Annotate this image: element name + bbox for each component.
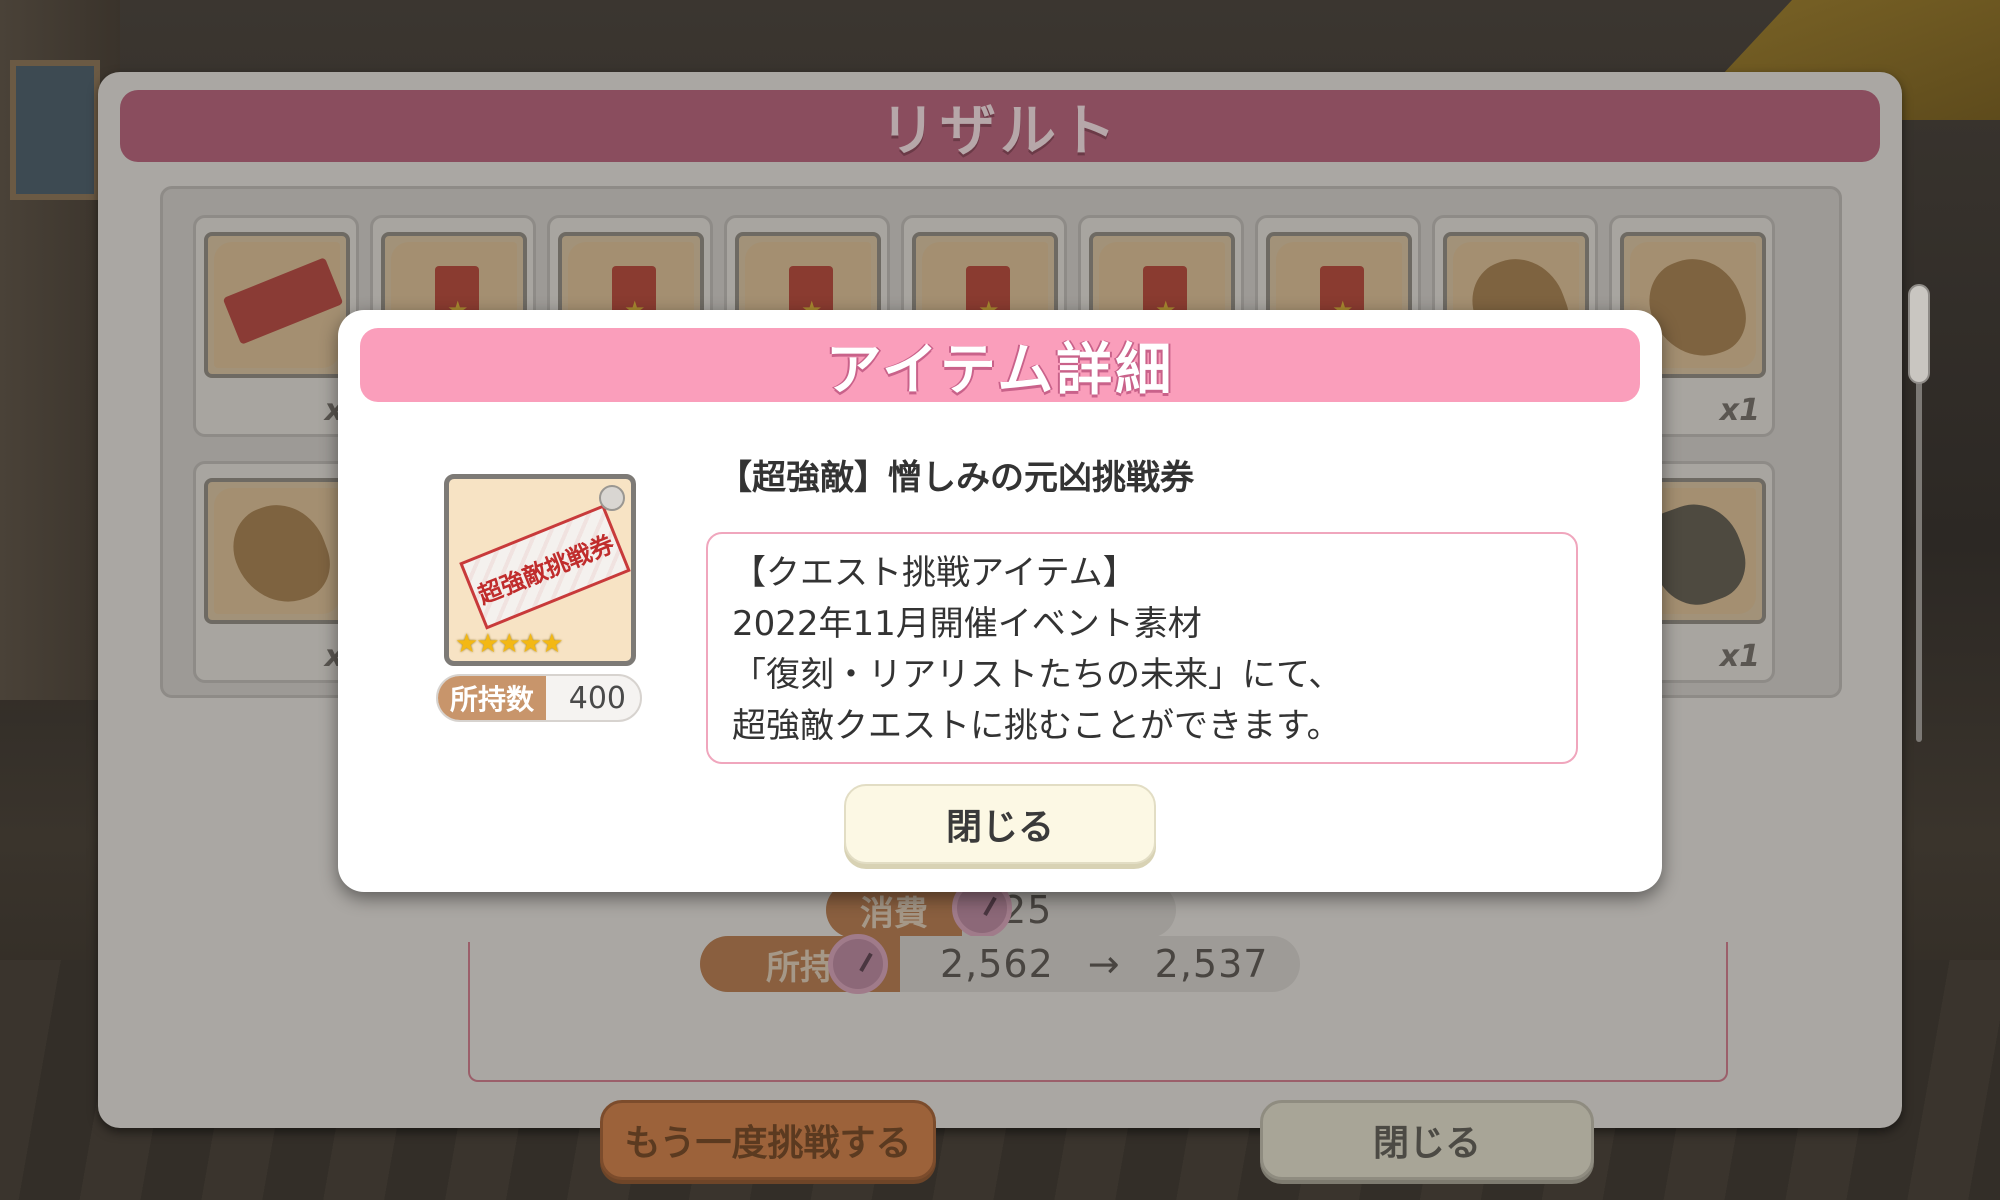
owned-from-value: 2,562	[940, 942, 1054, 986]
result-header: リザルト	[120, 90, 1880, 164]
dialog-close-button[interactable]: 閉じる	[844, 784, 1156, 864]
owned-to-value: 2,537	[1154, 942, 1269, 986]
dialog-header: アイテム詳細	[360, 328, 1640, 403]
item-name: 【超強敵】憎しみの元凶挑戦券	[718, 458, 1194, 498]
dialog-title: アイテム詳細	[825, 337, 1175, 403]
reward-item-ticket[interactable]: x	[193, 215, 359, 437]
item-detail-dialog: アイテム詳細 超強敵挑戦券 ★★★★★ 所持数 400 【超強敵】憎しみの元凶挑…	[338, 310, 1662, 892]
item-quantity: x1	[1719, 639, 1760, 674]
reward-item-bread[interactable]: x	[193, 461, 359, 683]
items-scrollbar-thumb[interactable]	[1908, 284, 1930, 384]
result-close-button[interactable]: 閉じる	[1260, 1100, 1594, 1180]
owned-stat: 所持 2,562 → 2,537	[700, 936, 1300, 992]
background-window	[10, 60, 100, 200]
item-quantity: x1	[1719, 393, 1760, 428]
result-title: リザルト	[880, 98, 1120, 164]
owned-count-value: 400	[568, 680, 626, 716]
owned-count-label: 所持数	[438, 676, 547, 720]
description-line: 超強敵クエストに挑むことができます。	[732, 706, 1341, 746]
clock-icon	[828, 934, 888, 994]
rarity-stars: ★★★★★	[455, 629, 564, 659]
description-line: 【クエスト挑戦アイテム】	[732, 553, 1137, 593]
owned-count-pill: 所持数 400	[436, 674, 642, 722]
arrow-glyph: →	[1087, 942, 1121, 986]
ticket-item-icon	[204, 232, 350, 378]
description-line: 2022年11月開催イベント素材	[732, 604, 1202, 644]
retry-button[interactable]: もう一度挑戦する	[600, 1100, 936, 1180]
quality-badge-icon	[599, 485, 625, 511]
item-ticket-icon: 超強敵挑戦券 ★★★★★	[444, 474, 636, 666]
bread-item-icon	[204, 478, 350, 624]
item-description-box: 【クエスト挑戦アイテム】 2022年11月開催イベント素材 「復刻・リアリストた…	[706, 532, 1578, 764]
description-line: 「復刻・リアリストたちの未来」にて、	[732, 655, 1343, 695]
ticket-graphic: 超強敵挑戦券	[459, 504, 631, 630]
